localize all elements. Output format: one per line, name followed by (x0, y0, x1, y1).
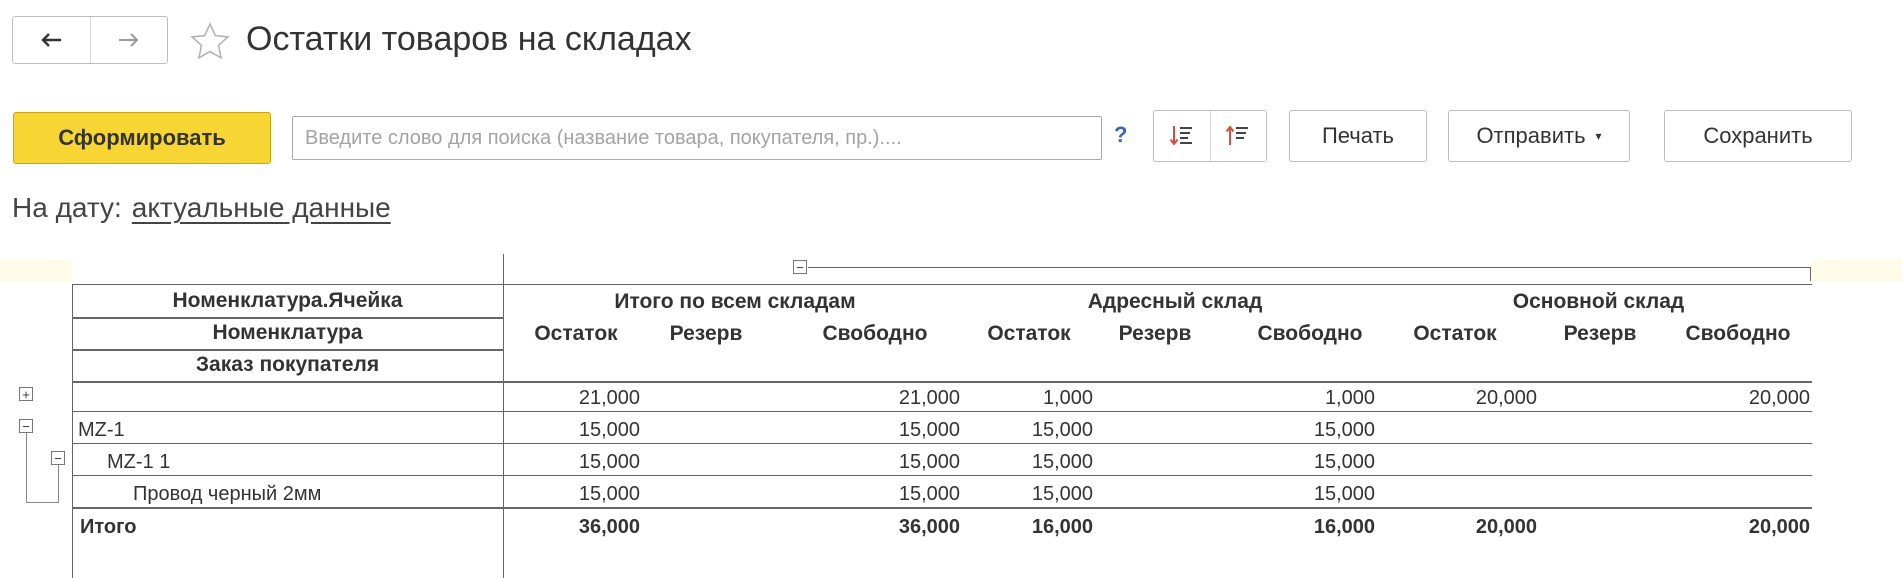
table-cell: 15,000 (1031, 419, 1093, 441)
date-filter-label: На дату: (12, 192, 122, 223)
row-line (72, 475, 1812, 476)
favorite-star-icon[interactable] (188, 20, 232, 64)
sort-descending-button[interactable] (1154, 111, 1210, 161)
sort-descending-icon (1169, 126, 1192, 146)
table-cell: 1,000 (1042, 387, 1093, 409)
table-cell: 1,000 (1324, 387, 1375, 409)
row-line (72, 443, 1812, 444)
total-cell: 36,000 (898, 516, 960, 538)
total-cell: 16,000 (1031, 516, 1093, 538)
table-cell: 15,000 (1031, 483, 1093, 505)
subcol-header: Свободно (822, 322, 928, 345)
row-label: Провод черный 2мм (133, 483, 322, 505)
sort-buttons (1153, 110, 1267, 162)
tree-connector (58, 465, 59, 503)
row-area-divider (503, 254, 504, 578)
subcol-header: Резерв (669, 322, 743, 345)
chevron-down-icon: ▾ (1595, 129, 1602, 143)
row-header-order: Заказ покупателя (195, 353, 380, 376)
report-band-left (0, 260, 72, 282)
table-cell: 15,000 (898, 419, 960, 441)
send-button-label: Отправить (1476, 123, 1586, 148)
collapse-row-toggle[interactable]: − (51, 451, 65, 465)
expand-row-toggle[interactable]: + (19, 387, 33, 401)
header-line-2 (72, 349, 503, 351)
row-label: MZ-1 1 (107, 451, 171, 473)
table-cell: 20,000 (1475, 387, 1537, 409)
header-bottom-line (72, 381, 1812, 383)
table-cell: 15,000 (898, 451, 960, 473)
subcol-header: Резерв (1563, 322, 1637, 345)
generate-button[interactable]: Сформировать (13, 112, 271, 164)
table-cell: 15,000 (1313, 483, 1375, 505)
date-filter-link[interactable]: актуальные данные (132, 192, 391, 223)
total-cell: 16,000 (1313, 516, 1375, 538)
table-cell: 20,000 (1748, 387, 1810, 409)
subcol-header: Остаток (534, 322, 618, 345)
subcol-header: Остаток (987, 322, 1071, 345)
help-link[interactable]: ? (1114, 122, 1127, 148)
row-header-cell: Номенклатура.Ячейка (172, 289, 403, 312)
row-header-item: Номенклатура (212, 321, 363, 344)
save-button[interactable]: Сохранить (1664, 110, 1852, 162)
total-label: Итого (80, 516, 137, 538)
subcol-header: Резерв (1118, 322, 1192, 345)
collapse-columns-toggle[interactable]: − (793, 260, 807, 274)
table-cell: 15,000 (1313, 419, 1375, 441)
page-title: Остатки товаров на складах (246, 20, 692, 58)
arrow-left-icon (41, 33, 62, 47)
total-cell: 36,000 (578, 516, 640, 538)
column-group-bracket (808, 267, 1810, 268)
table-cell: 21,000 (898, 387, 960, 409)
total-separator (72, 507, 1812, 509)
back-button[interactable] (13, 17, 90, 63)
sort-ascending-button[interactable] (1209, 111, 1266, 161)
row-line (72, 411, 1812, 412)
date-filter: На дату: актуальные данные (12, 192, 391, 224)
subcol-header: Остаток (1413, 322, 1497, 345)
arrow-right-icon (118, 33, 139, 47)
group-header-address-warehouse: Адресный склад (1087, 290, 1263, 313)
print-button[interactable]: Печать (1289, 110, 1427, 162)
sort-ascending-icon (1225, 125, 1249, 145)
search-input[interactable] (292, 116, 1102, 160)
table-cell: 15,000 (578, 451, 640, 473)
table-cell: 15,000 (898, 483, 960, 505)
table-cell: 15,000 (578, 419, 640, 441)
table-cell: 21,000 (578, 387, 640, 409)
table-cell: 15,000 (1031, 451, 1093, 473)
header-line-1 (72, 317, 503, 319)
group-header-total: Итого по всем складам (614, 290, 856, 313)
collapse-row-toggle[interactable]: − (19, 419, 33, 433)
subcol-header: Свободно (1685, 322, 1791, 345)
table-cell: 15,000 (578, 483, 640, 505)
total-cell: 20,000 (1748, 516, 1810, 538)
forward-button[interactable] (89, 17, 167, 63)
header-top-line (72, 284, 1812, 285)
nav-buttons (12, 16, 168, 64)
report-band-right (1812, 260, 1902, 282)
column-group-bracket-end (1810, 267, 1811, 281)
table-cell: 15,000 (1313, 451, 1375, 473)
subcol-header: Свободно (1257, 322, 1363, 345)
total-cell: 20,000 (1475, 516, 1537, 538)
tree-connector (26, 433, 27, 503)
group-header-main-warehouse: Основной склад (1512, 290, 1685, 313)
tree-connector (26, 502, 58, 503)
row-label: MZ-1 (78, 419, 125, 441)
send-button[interactable]: Отправить ▾ (1448, 110, 1630, 162)
